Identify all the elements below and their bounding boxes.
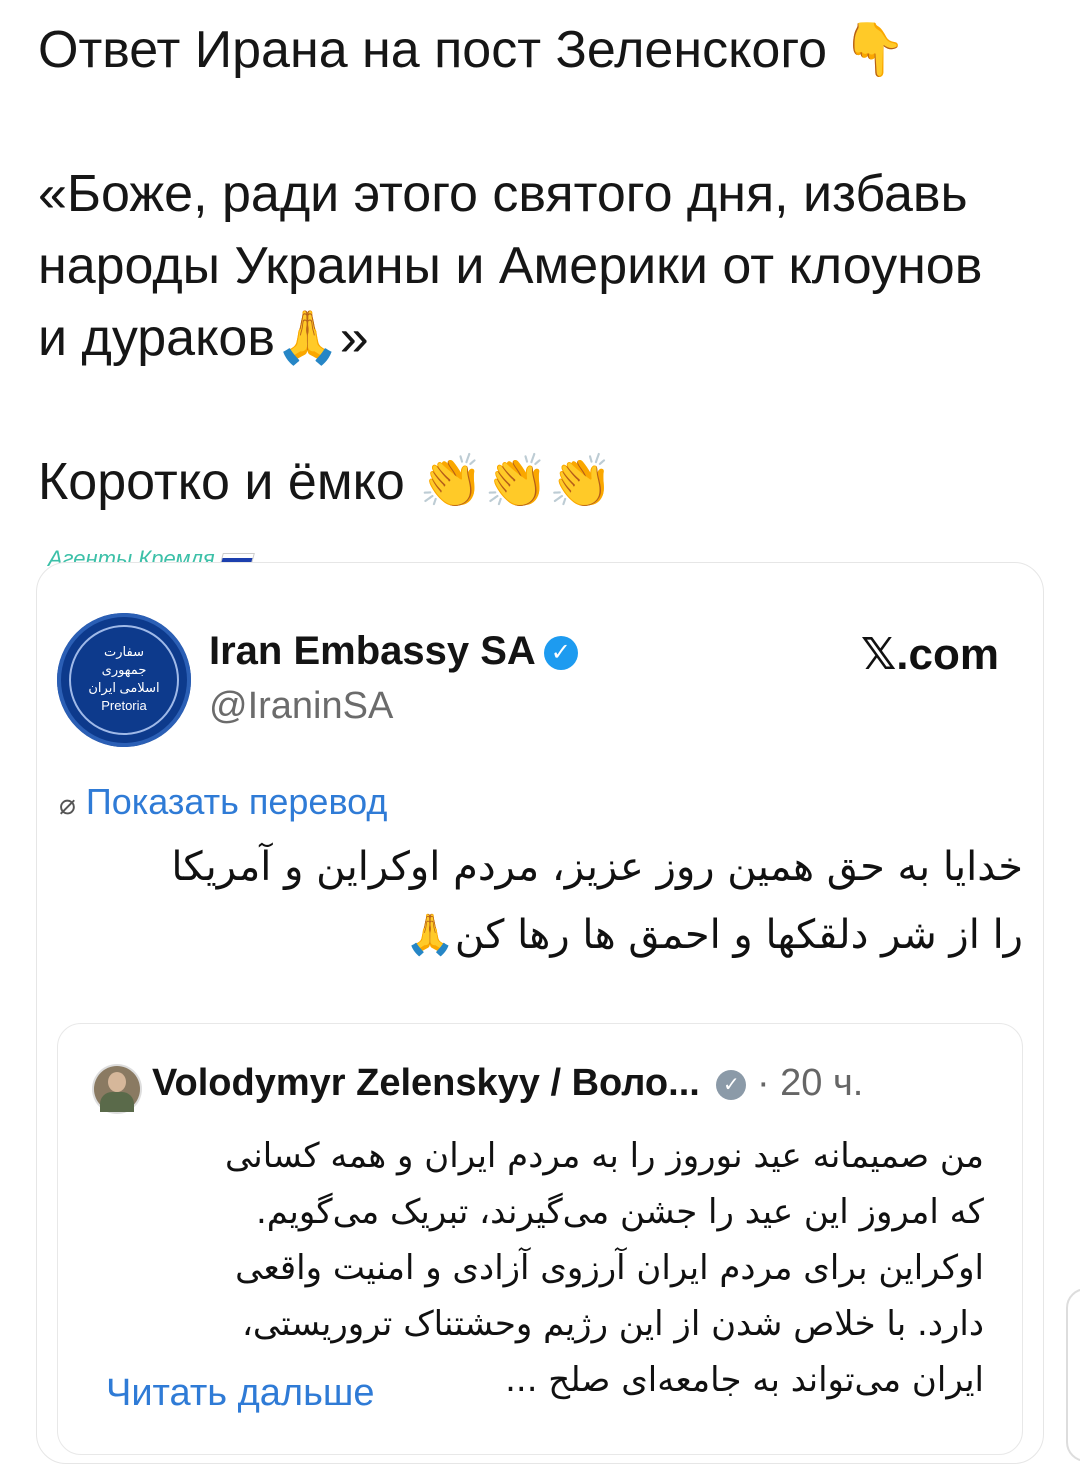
quoted-text: من صمیمانه عید نوروز را به مردم ایران و … <box>94 1128 984 1408</box>
quote-line-2: народы Украины и Америки от клоунов <box>38 237 983 295</box>
quote-close-mark: » <box>339 309 369 367</box>
quoted-header: Volodymyr Zelenskyy / Воло... ✓ · 20 ч. <box>152 1062 863 1105</box>
tweet-text-line-1: خدایا به حق همین روز عزیز، مردم اوکراین … <box>171 844 1023 890</box>
closing-line: Коротко и ёмко 👏👏👏 <box>38 446 1048 518</box>
quoted-timestamp: · 20 ч. <box>756 1062 864 1104</box>
zelensky-avatar[interactable] <box>94 1066 140 1112</box>
x-logo[interactable]: 𝕏.com <box>861 629 999 680</box>
quoted-author-name[interactable]: Volodymyr Zelenskyy / Воло... <box>152 1062 700 1104</box>
translate-icon: ⌀ <box>59 789 76 820</box>
tweet-text-line-2: را از شر دلقکها و احمق ها رها کن🙏 <box>405 912 1023 958</box>
avatar-face <box>108 1072 126 1092</box>
quoted-line-4: دارد. با خلاص شدن از این رژیم وحشتناک تر… <box>241 1304 984 1344</box>
closing-text: Коротко и ёмко <box>38 453 405 511</box>
tweet-author-name[interactable]: Iran Embassy SA ✓ <box>209 629 578 674</box>
tweet-card[interactable]: سفارت جمهوری اسلامی ایران Pretoria Iran … <box>36 562 1044 1464</box>
seal-text: سفارت جمهوری اسلامی ایران Pretoria <box>85 643 163 717</box>
verified-badge-icon: ✓ <box>716 1070 747 1100</box>
post-text: Ответ Ирана на пост Зеленского 👇 «Боже, … <box>38 14 1048 518</box>
show-translation-link[interactable]: ⌀ Показать перевод <box>59 781 387 823</box>
embassy-seal-icon[interactable]: سفارت جمهوری اسلامی ایران Pretoria <box>57 613 191 747</box>
read-more-link[interactable]: Читать дальше <box>106 1372 375 1415</box>
post-title: Ответ Ирана на пост Зеленского 👇 <box>38 14 1048 86</box>
quoted-line-1: من صمیمانه عید نوروز را به مردم ایران و … <box>224 1136 984 1176</box>
seal-text-top: سفارت <box>104 644 144 659</box>
quoted-line-2: که امروز این عید را جشن می‌گیرند، تبریک … <box>255 1192 984 1232</box>
show-translation-label[interactable]: Показать перевод <box>86 781 388 822</box>
quoted-tweet[interactable]: Volodymyr Zelenskyy / Воло... ✓ · 20 ч. … <box>57 1023 1023 1455</box>
post-title-text: Ответ Ирана на пост Зеленского <box>38 21 828 79</box>
verified-badge-icon: ✓ <box>543 636 578 670</box>
praying-hands-icon: 🙏 <box>274 308 340 368</box>
tweet-text: خدایا به حق همین روز عزیز، مردم اوکراین … <box>63 833 1023 969</box>
pointing-down-icon: 👇 <box>841 20 907 80</box>
author-name-text[interactable]: Iran Embassy SA <box>209 629 536 673</box>
quote-line-1: «Боже, ради этого святого дня, избавь <box>38 165 968 223</box>
quote-line-3-text: и дураков <box>38 309 275 367</box>
seal-text-mid: جمهوری اسلامی ایران <box>88 662 160 695</box>
avatar-shirt <box>100 1092 134 1112</box>
quote-line-3: и дураков🙏» <box>38 302 1048 374</box>
quoted-line-3: اوکراین برای مردم ایران آرزوی آزادی و ام… <box>235 1248 984 1288</box>
seal-text-bottom: Pretoria <box>101 698 147 713</box>
scroll-handle[interactable] <box>1066 1288 1080 1462</box>
tweet-author-handle[interactable]: @IraninSA <box>209 685 393 728</box>
clapping-hands-icon: 👏👏👏 <box>419 452 614 512</box>
